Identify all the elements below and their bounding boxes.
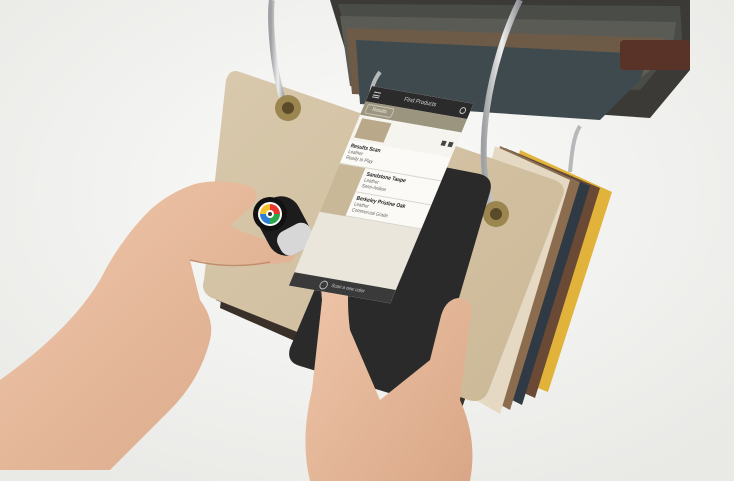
scan-icon[interactable] [318, 279, 330, 290]
app-title: Find Products [402, 96, 438, 109]
view-toggle-icons[interactable] [440, 140, 454, 147]
color-logo-icon [260, 204, 280, 224]
search-icon[interactable] [458, 106, 468, 114]
menu-icon[interactable] [371, 91, 382, 99]
scan-label: Scan a new color [330, 283, 366, 295]
scanned-color-swatch [354, 118, 392, 143]
